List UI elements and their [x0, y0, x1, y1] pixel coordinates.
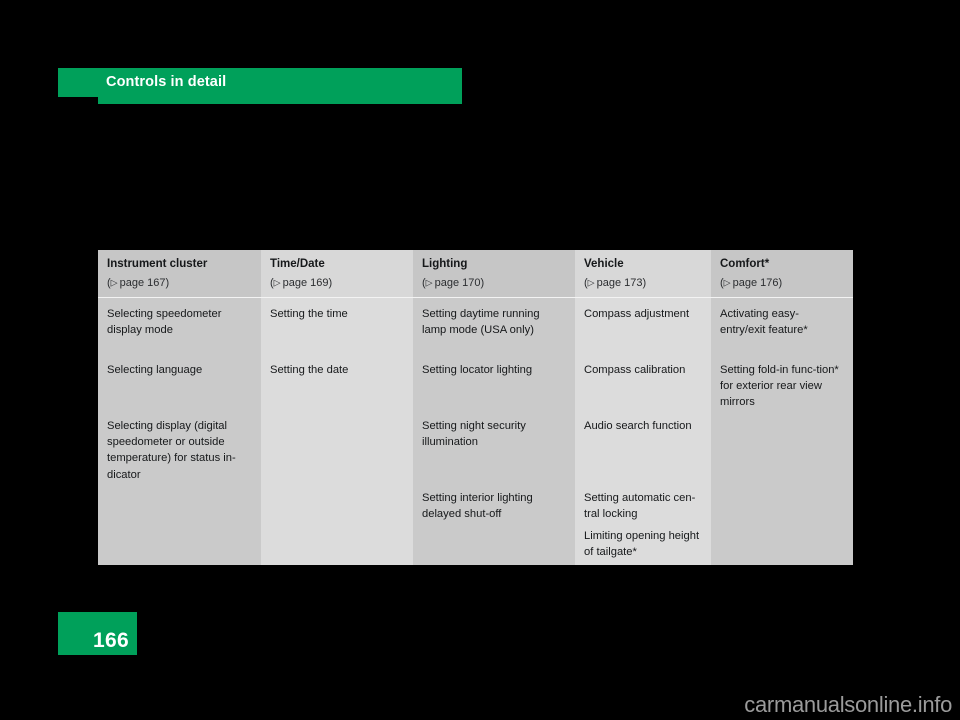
table-entry[interactable]: Compass adjustment	[575, 306, 711, 322]
page-reference-label: page 176	[732, 277, 779, 289]
column-title: Time/Date	[270, 258, 325, 270]
table-entry[interactable]: Limiting opening height of tailgate*	[575, 528, 711, 560]
page-reference-label: page 170	[434, 277, 481, 289]
table-column-header: Time/Date (▷ page 169)	[261, 250, 413, 298]
column-title: Instrument cluster	[107, 258, 208, 270]
table-entry[interactable]: Setting daytime running lamp mode (USA o…	[413, 306, 575, 338]
table-entry[interactable]: Setting fold-in func-tion* for exterior …	[711, 362, 853, 411]
reference-triangle-icon: ▷	[587, 277, 595, 288]
table-entry[interactable]: Setting night security illumination	[413, 418, 575, 450]
table-entry[interactable]: Setting locator lighting	[413, 362, 575, 378]
table-entry[interactable]: Setting the date	[261, 362, 413, 378]
page-reference-label: page 167	[119, 277, 166, 289]
reference-triangle-icon: ▷	[273, 277, 281, 288]
column-title: Comfort*	[720, 258, 770, 270]
chapter-header-bar: Controls in detail	[58, 68, 462, 104]
reference-triangle-icon: ▷	[723, 277, 731, 288]
column-title: Lighting	[422, 258, 468, 270]
menu-overview-table: Instrument cluster (▷ page 167) Selecting s…	[98, 250, 853, 565]
reference-triangle-icon: ▷	[110, 277, 118, 288]
site-watermark: carmanualsonline.info	[744, 692, 952, 717]
table-entry[interactable]: Activating easy-entry/exit feature*	[711, 306, 853, 338]
page-number: 166	[93, 629, 129, 652]
table-entry[interactable]: Setting interior lighting delayed shut-o…	[413, 490, 575, 522]
table-column: Time/Date (▷ page 169) Setting the time Sett…	[261, 250, 413, 565]
table-column-header: Lighting (▷ page 170)	[413, 250, 575, 298]
page-number-box: 166	[58, 612, 137, 655]
table-column-header: Vehicle (▷ page 173)	[575, 250, 711, 298]
table-entry[interactable]: Setting automatic cen-tral locking	[575, 490, 711, 522]
table-entry[interactable]: Selecting speedometer display mode	[98, 306, 261, 338]
table-entry[interactable]: Compass calibration	[575, 362, 711, 378]
page-reference[interactable]: (▷ page 167)	[107, 276, 252, 291]
column-title: Vehicle	[584, 258, 624, 270]
table-column: Lighting (▷ page 170) Setting daytime runni…	[413, 250, 575, 565]
table-entry[interactable]: Selecting display (digital speedometer o…	[98, 418, 261, 483]
page-reference[interactable]: (▷ page 169)	[270, 276, 404, 291]
table-column-header: Instrument cluster (▷ page 167)	[98, 250, 261, 298]
page-reference[interactable]: (▷ page 176)	[720, 276, 844, 291]
chapter-title: Controls in detail	[106, 74, 227, 90]
page-reference-label: page 173	[596, 277, 643, 289]
table-column: Comfort* (▷ page 176) Activating easy-entry…	[711, 250, 853, 565]
table-entry[interactable]: Selecting language	[98, 362, 261, 378]
table-column-header: Comfort* (▷ page 176)	[711, 250, 853, 298]
manual-page: Controls in detail Instrument cluster (▷ p…	[0, 0, 960, 720]
table-column: Instrument cluster (▷ page 167) Selecting s…	[98, 250, 261, 565]
chapter-bar-step	[98, 97, 462, 104]
page-reference-label: page 169	[282, 277, 329, 289]
table-entry[interactable]: Setting the time	[261, 306, 413, 322]
reference-triangle-icon: ▷	[425, 277, 433, 288]
page-reference[interactable]: (▷ page 170)	[422, 276, 566, 291]
table-column: Vehicle (▷ page 173) Compass adjustment Comp…	[575, 250, 711, 565]
table-entry[interactable]: Audio search function	[575, 418, 711, 434]
page-reference[interactable]: (▷ page 173)	[584, 276, 702, 291]
